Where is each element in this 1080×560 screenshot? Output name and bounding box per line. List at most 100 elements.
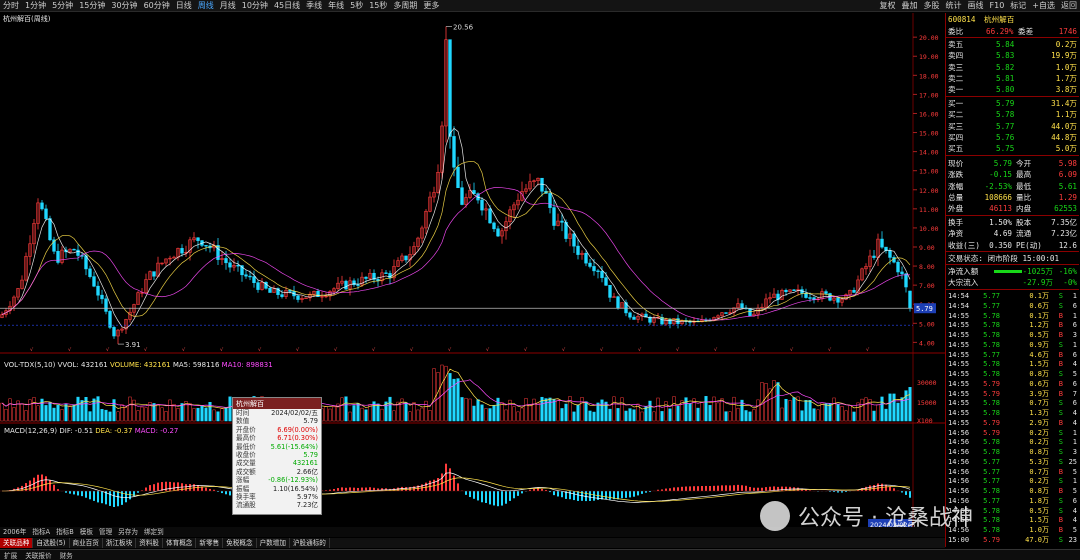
tick-volume: 0.5万 [1029,331,1049,339]
volume-bar [72,404,76,422]
tick-time: 14:54 [948,301,970,310]
toolbar-button[interactable]: 返回 [1058,0,1080,12]
volume-bar [24,410,28,422]
bottom-tab[interactable]: 浙江板块 [103,538,137,548]
tick-volume: 0.7万 [1029,467,1049,476]
period-tab[interactable]: 5秒 [347,0,366,12]
stat-label: 量比 [1016,192,1032,202]
candle-body [872,255,876,258]
toolbar-button[interactable]: +自选 [1029,0,1058,12]
tick-side: S [1058,292,1063,300]
period-tab[interactable]: 周线 [195,0,217,12]
tick-row: 14:55 5.78 0.8万 S 5 [946,369,1079,379]
event-marker: √ [866,347,870,353]
period-tab[interactable]: 15分钟 [76,0,108,12]
volume-bar [440,364,444,422]
period-tab[interactable]: 日线 [173,0,195,12]
tooltip-value: 5.61(-15.64%) [270,442,318,451]
toolbar-button[interactable]: 复权 [877,0,899,12]
volume-bar [688,403,692,422]
period-tab[interactable]: 10分钟 [239,0,271,12]
bottom-tab[interactable]: 自选股(5) [33,538,70,548]
period-tab[interactable]: 60分钟 [141,0,173,12]
tick-side: S [1058,477,1063,486]
toolbar-button[interactable]: 多股 [921,0,943,12]
status-item[interactable]: 关联报价 [21,550,55,560]
period-tab[interactable]: 更多 [420,0,442,12]
weidiff-label: 委差 [1018,27,1034,36]
indicator-button[interactable]: 指标B [53,527,77,537]
ask-label: 卖三 [948,62,964,72]
volume-bar [144,407,148,422]
volume-bar [608,408,612,422]
bottom-tab[interactable]: 体育概念 [163,538,197,548]
tick-count: 1 [1072,311,1077,320]
volume-bar [12,407,16,422]
tooltip-title: 杭州解百 [233,398,321,409]
bid-price: 5.76 [996,132,1015,142]
y-tick-label: 18.00 [919,72,939,80]
bottom-tab[interactable]: 关联品种 [0,538,34,548]
event-marker: √ [296,347,300,353]
toolbar-button[interactable]: 叠加 [899,0,921,12]
tick-side: S [1058,428,1063,437]
indicator-button[interactable]: 绑定到 [141,527,167,537]
status-item[interactable]: 财务 [56,550,77,560]
tick-price: 5.78 [983,399,1000,408]
chart-area[interactable]: 20.00 19.00 18.00 17.00 16.00 15.00 14.00 13.00… [0,13,945,531]
y-tick-label: 4.00 [919,339,935,347]
indicator-button[interactable]: 指标A [29,527,53,537]
volume-bar [708,405,712,422]
period-tab[interactable]: 分时 [0,0,22,12]
period-tab[interactable]: 季线 [303,0,325,12]
candle-body [344,280,348,290]
indicator-button[interactable]: 管理 [96,527,115,537]
bottom-tab[interactable]: 资料股 [136,538,164,548]
volume-bar [872,410,876,422]
bottom-tab[interactable]: 沪股通标的 [290,538,330,548]
flow-label: 净流入额 [948,267,979,276]
bottom-tab[interactable]: 新零售 [196,538,224,548]
candle-body [452,136,456,168]
flow-row: 净流入额 -1025万 -16% [946,266,1079,277]
bottom-tab[interactable]: 户数增加 [257,538,290,548]
period-tab[interactable]: 月线 [217,0,239,12]
candle-body [152,271,156,277]
period-tab[interactable]: 15秒 [366,0,390,12]
kline-chart[interactable]: 20.00 19.00 18.00 17.00 16.00 15.00 14.00 13.00… [0,13,945,531]
tick-row: 14:55 5.78 1.3万 S 4 [946,408,1079,418]
bottom-tab[interactable]: 免税概念 [223,538,257,548]
ask-row: 卖四 5.83 19.9万 [946,50,1079,61]
period-tab[interactable]: 多周期 [390,0,420,12]
candle-body [44,208,48,219]
panel-separator [946,289,1079,290]
period-tab[interactable]: 45日线 [271,0,303,12]
tick-volume: 4.6万 [1029,350,1049,359]
toolbar-button[interactable]: 统计 [943,0,965,12]
stat-label: 今开 [1016,159,1032,168]
status-item[interactable]: 扩展 [0,550,21,560]
volume-bar [644,406,648,422]
period-tab[interactable]: 5分钟 [49,0,76,12]
period-tab[interactable]: 年线 [325,0,347,12]
bottom-tab[interactable]: 商业百货 [70,538,103,548]
tooltip-value: 2024/02/02/五 [271,409,318,417]
period-tab[interactable]: 1分钟 [22,0,49,12]
period-tab[interactable]: 30分钟 [108,0,140,12]
toolbar-button[interactable]: F10 [987,0,1008,12]
volume-bar [820,402,824,422]
toolbar-button[interactable]: 画线 [965,0,987,12]
candle-body [812,297,816,300]
indicator-button[interactable]: 另存为 [115,527,141,537]
tick-count: 6 [1072,496,1077,505]
stat-value: 5.61 [1058,181,1077,191]
quote-panel: 600814 杭州解百 委比 66.29% 委差 1746 卖五 5.84 0.2万 卖四 5.83… [945,13,1080,547]
tick-time: 14:56 [948,448,970,456]
indicator-button[interactable]: 模板 [77,527,96,537]
volume-bar [732,396,736,422]
wechat-logo-icon [760,501,790,531]
toolbar-button[interactable]: 标记 [1007,0,1029,12]
tick-volume: 1.3万 [1029,409,1049,417]
stat-value: 6.09 [1058,170,1077,180]
kline-info-tooltip: 杭州解百 时间 2024/02/02/五 数值 5.79 开盘价 6.69(0.00%) 最… [232,397,322,515]
